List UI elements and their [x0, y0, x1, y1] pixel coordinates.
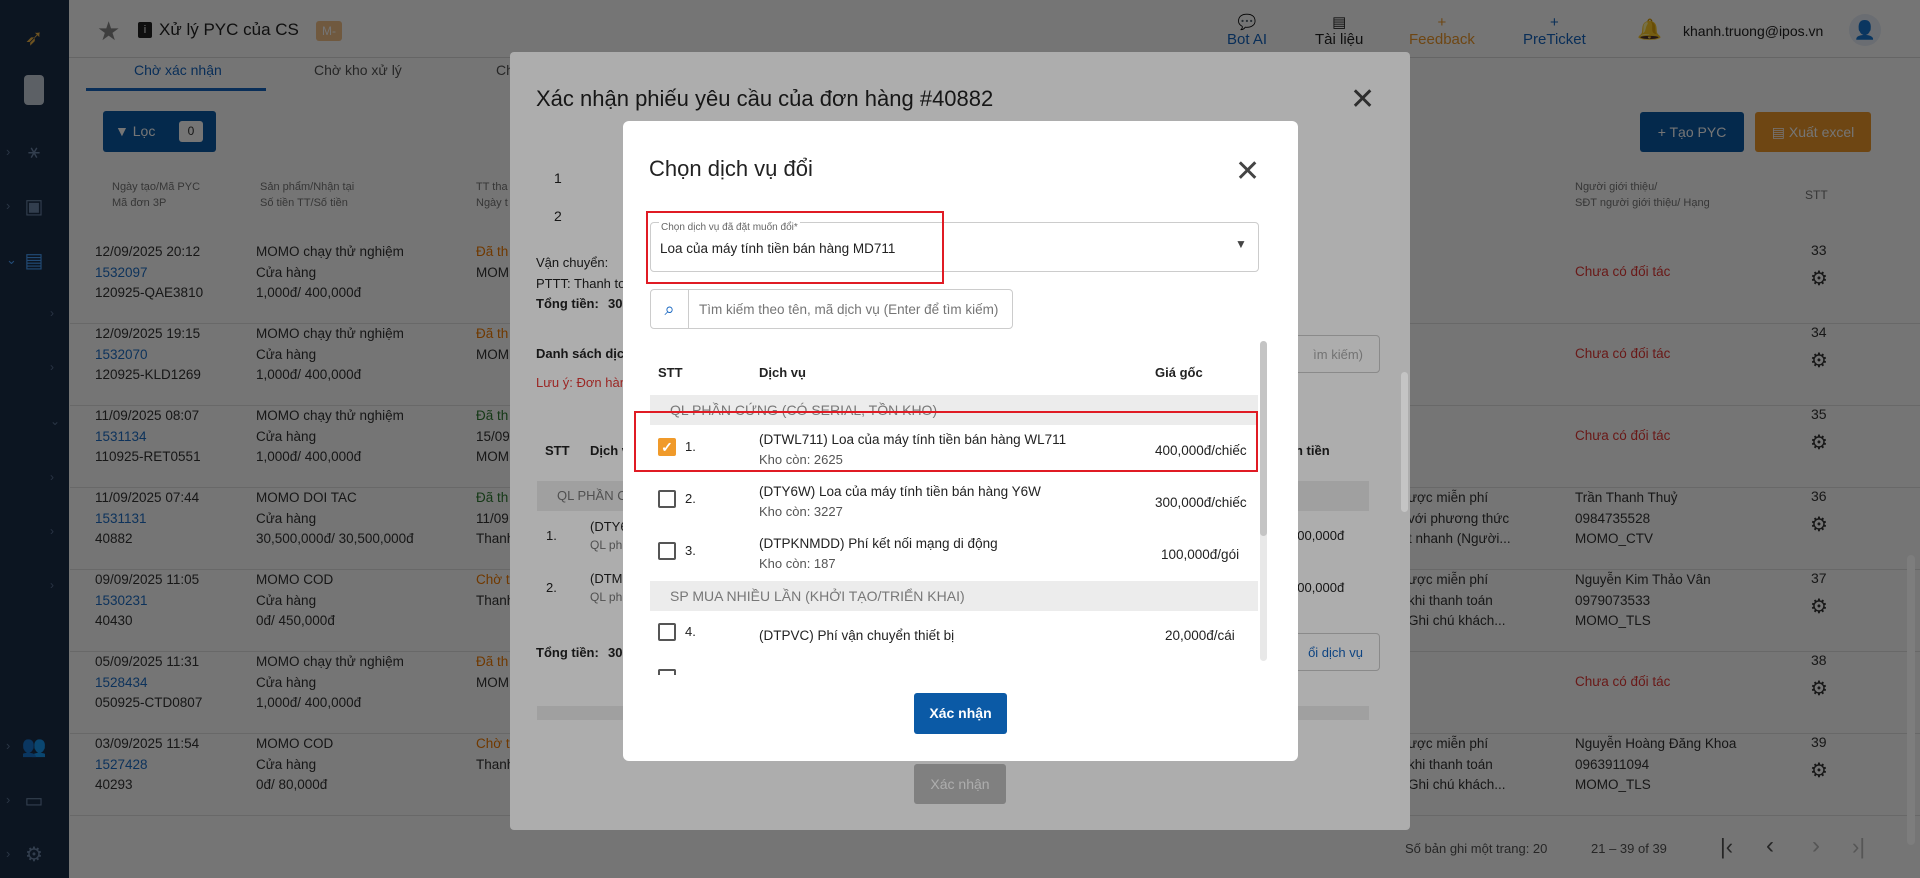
- item-stock: Kho còn: 187: [759, 556, 836, 571]
- search-input[interactable]: [691, 290, 1009, 328]
- col-service: Dịch vụ: [759, 365, 806, 380]
- confirm-button[interactable]: Xác nhận: [914, 693, 1007, 734]
- item-price: 100,000đ/gói: [1161, 547, 1240, 562]
- checkbox[interactable]: [658, 623, 676, 641]
- item-price: 300,000đ/chiếc: [1155, 495, 1247, 510]
- scrollbar-thumb[interactable]: [1260, 341, 1267, 536]
- col-price: Giá gốc: [1155, 365, 1203, 380]
- highlight-box: [634, 411, 1258, 472]
- item-num: 4.: [685, 624, 696, 639]
- checkbox[interactable]: [658, 669, 676, 675]
- group-row: SP MUA NHIỀU LẦN (KHỞI TẠO/TRIỂN KHAI): [650, 581, 1258, 611]
- scrollbar-track[interactable]: [1260, 341, 1267, 661]
- col-stt: STT: [658, 365, 683, 380]
- modal-title: Chọn dịch vụ đổi: [649, 156, 813, 181]
- item-num: 3.: [685, 543, 696, 558]
- scrollbar-thumb[interactable]: [1401, 372, 1408, 512]
- item-stock: Kho còn: 3227: [759, 504, 843, 519]
- checkbox[interactable]: [658, 542, 676, 560]
- item-price: 20,000đ/cái: [1165, 628, 1235, 643]
- item-name: (DTY6W) Loa của máy tính tiền bán hàng Y…: [759, 484, 1041, 499]
- close-icon[interactable]: ✕: [1235, 154, 1260, 189]
- highlight-box: [646, 211, 944, 284]
- checkbox[interactable]: [658, 490, 676, 508]
- item-name: (DTPVC) Phí vận chuyển thiết bị: [759, 628, 955, 643]
- search-icon: ⌕: [651, 290, 689, 328]
- item-num: 2.: [685, 491, 696, 506]
- search-box[interactable]: ⌕: [650, 289, 1013, 329]
- item-name: (DTPKNMDD) Phí kết nối mạng di động: [759, 536, 998, 551]
- dropdown-arrow-icon: ▼: [1235, 237, 1247, 251]
- choose-service-modal: Chọn dịch vụ đổi ✕ Chọn dịch vụ đã đặt m…: [623, 121, 1298, 761]
- page-scrollbar[interactable]: [1907, 555, 1915, 845]
